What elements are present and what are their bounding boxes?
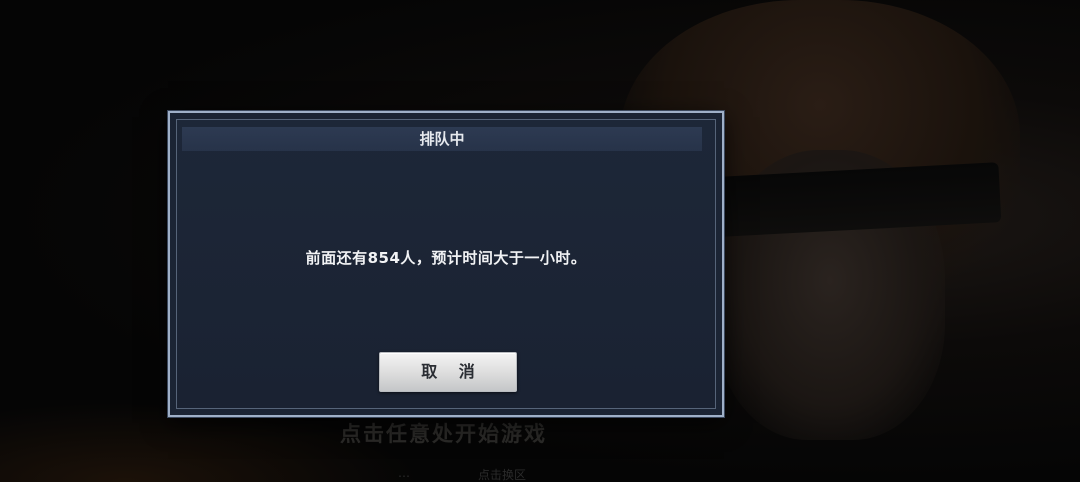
bottom-link-left[interactable]: … (398, 466, 410, 480)
game-screen[interactable]: 点击任意处开始游戏 … 点击换区 排队中 前面还有854人，预计时间大于一小时。… (0, 0, 1080, 482)
queue-message: 前面还有854人，预计时间大于一小时。 (305, 249, 587, 267)
start-game-prompt: 点击任意处开始游戏 (340, 422, 547, 446)
switch-server-link[interactable]: 点击换区 (478, 466, 526, 482)
dialog-titlebar: 排队中 (182, 127, 702, 151)
cancel-button[interactable]: 取 消 (379, 352, 517, 392)
queue-dialog: 排队中 前面还有854人，预计时间大于一小时。 取 消 (168, 111, 724, 417)
dialog-title: 排队中 (419, 130, 465, 148)
